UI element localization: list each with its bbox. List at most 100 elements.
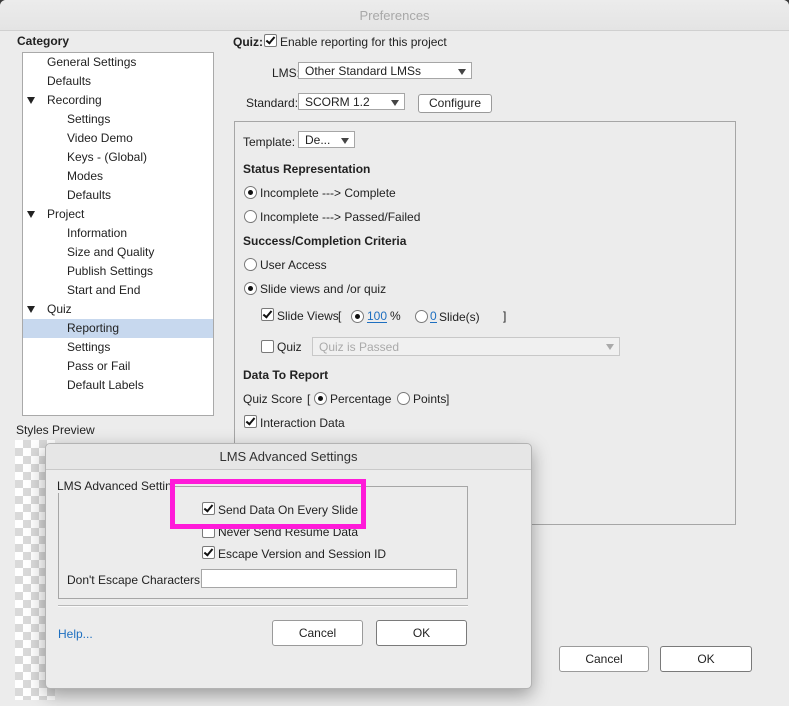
chevron-down-icon [458, 69, 466, 75]
lms-dialog-title: LMS Advanced Settings [219, 449, 358, 464]
tree-item[interactable]: Quiz [23, 300, 213, 319]
enable-reporting-label: Enable reporting for this project [280, 35, 447, 49]
standard-select[interactable]: SCORM 1.2 [298, 93, 405, 110]
quiz-label: Quiz: [233, 35, 263, 49]
percentage-label: Percentage [330, 392, 392, 406]
tree-item-label: Settings [67, 112, 111, 126]
tree-item-label: Project [47, 207, 85, 221]
disclosure-triangle-icon[interactable] [27, 306, 35, 313]
status-representation-heading: Status Representation [243, 162, 371, 176]
standard-select-value: SCORM 1.2 [305, 95, 370, 109]
quiz-check-label: Quiz [277, 340, 302, 354]
tree-item-label: Publish Settings [67, 264, 154, 278]
status-complete-label: Incomplete ---> Complete [260, 186, 396, 200]
tree-item[interactable]: Settings [23, 338, 213, 357]
tree-item-label: Defaults [67, 188, 112, 202]
slide-views-label: Slide Views [277, 309, 339, 323]
tree-item[interactable]: Default Labels [23, 376, 213, 395]
standard-label: Standard: [246, 96, 299, 110]
template-label: Template: [243, 135, 296, 149]
tree-item[interactable]: Defaults [23, 186, 213, 205]
completion-criteria-heading: Success/Completion Criteria [243, 234, 407, 248]
tree-item-label: Quiz [47, 302, 72, 316]
dont-escape-label: Don't Escape Characters: [67, 573, 204, 587]
lms-ok-button[interactable]: OK [376, 620, 467, 646]
tree-item-label: Modes [67, 169, 104, 183]
slide-views-quiz-radio[interactable] [244, 282, 257, 295]
tree-item[interactable]: General Settings [23, 53, 213, 72]
lms-select-value: Other Standard LMSs [305, 64, 422, 78]
slide-views-count-radio[interactable] [415, 310, 428, 323]
lms-label: LMS: [272, 66, 301, 80]
disclosure-triangle-icon[interactable] [27, 211, 35, 218]
tree-item[interactable]: Start and End [23, 281, 213, 300]
status-complete-radio[interactable] [244, 186, 257, 199]
preferences-titlebar[interactable]: Preferences [0, 0, 789, 31]
tree-item[interactable]: Settings [23, 110, 213, 129]
category-label: Category [17, 34, 70, 48]
tree-item[interactable]: Information [23, 224, 213, 243]
points-label: Points [413, 392, 447, 406]
status-passed-failed-label: Incomplete ---> Passed/Failed [260, 210, 421, 224]
prefs-ok-button[interactable]: OK [660, 646, 752, 672]
tree-item[interactable]: Size and Quality [23, 243, 213, 262]
interaction-data-checkbox[interactable] [244, 415, 257, 428]
tree-item[interactable]: Recording [23, 91, 213, 110]
tree-item-label: Recording [47, 93, 102, 107]
tree-item-label: Start and End [67, 283, 141, 297]
slides-label: Slide(s) [439, 310, 480, 324]
quiz-criteria-select[interactable]: Quiz is Passed [312, 337, 620, 356]
lms-cancel-button[interactable]: Cancel [272, 620, 363, 646]
tree-item[interactable]: Reporting [23, 319, 213, 338]
prefs-cancel-button[interactable]: Cancel [559, 646, 649, 672]
template-select-value: De... [305, 133, 331, 147]
slide-views-quiz-label: Slide views and /or quiz [260, 282, 387, 296]
category-tree[interactable]: General Settings Defaults Recording Setting… [22, 52, 214, 416]
quiz-score-bracket-close: ] [446, 392, 450, 406]
slide-views-percent-value[interactable]: 100 [367, 310, 388, 323]
slide-views-bracket-close: ] [503, 309, 507, 323]
tree-item-label: Reporting [67, 321, 120, 335]
tree-item[interactable]: Modes [23, 167, 213, 186]
tree-item-label: Defaults [47, 74, 92, 88]
tree-item-label: Default Labels [67, 378, 144, 392]
data-to-report-heading: Data To Report [243, 368, 329, 382]
disclosure-triangle-icon[interactable] [27, 97, 35, 104]
points-radio[interactable] [397, 392, 410, 405]
chevron-down-icon [606, 344, 614, 350]
lms-advanced-group-label: LMS Advanced Settin [57, 479, 174, 493]
configure-button[interactable]: Configure [418, 94, 492, 113]
tree-item[interactable]: Defaults [23, 72, 213, 91]
escape-version-checkbox[interactable] [202, 546, 215, 559]
dialog-divider [58, 605, 468, 607]
percentage-radio[interactable] [314, 392, 327, 405]
tree-item[interactable]: Keys - (Global) [23, 148, 213, 167]
quiz-checkbox[interactable] [261, 340, 274, 353]
slide-views-count-value[interactable]: 0 [430, 310, 437, 323]
user-access-label: User Access [260, 258, 327, 272]
template-select[interactable]: De... [298, 131, 355, 148]
slide-views-percent-radio[interactable] [351, 310, 364, 323]
tree-item[interactable]: Publish Settings [23, 262, 213, 281]
enable-reporting-checkbox[interactable] [264, 34, 277, 47]
tree-item-label: Size and Quality [67, 245, 155, 259]
tree-item-label: Pass or Fail [67, 359, 131, 373]
lms-select[interactable]: Other Standard LMSs [298, 62, 472, 79]
chevron-down-icon [341, 138, 349, 144]
tree-item[interactable]: Project [23, 205, 213, 224]
quiz-score-bracket-open: [ [307, 392, 311, 406]
tree-item[interactable]: Pass or Fail [23, 357, 213, 376]
slide-views-bracket-open: [ [338, 309, 342, 323]
window-title: Preferences [359, 8, 430, 23]
user-access-radio[interactable] [244, 258, 257, 271]
dont-escape-input[interactable] [201, 569, 457, 588]
status-passed-failed-radio[interactable] [244, 210, 257, 223]
styles-preview-label: Styles Preview [16, 423, 95, 437]
percent-sign: % [390, 309, 401, 323]
lms-dialog-titlebar[interactable]: LMS Advanced Settings [46, 444, 531, 470]
slide-views-checkbox[interactable] [261, 308, 274, 321]
tree-item-label: Keys - (Global) [67, 150, 148, 164]
interaction-data-label: Interaction Data [260, 416, 345, 430]
help-link[interactable]: Help... [58, 627, 93, 641]
tree-item[interactable]: Video Demo [23, 129, 213, 148]
